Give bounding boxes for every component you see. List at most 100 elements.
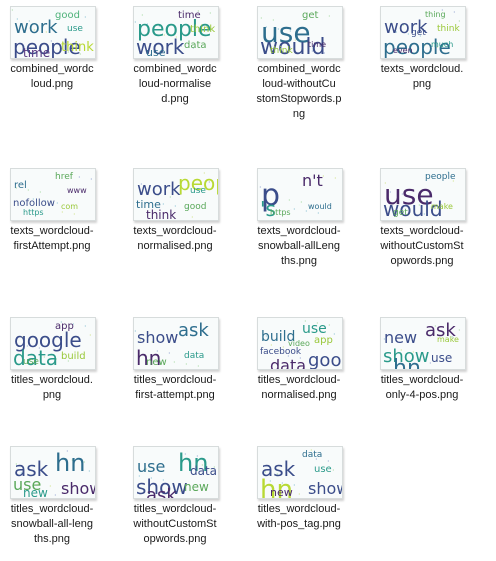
file-item[interactable]: ··········buildfacebookusedatagoogleappv…	[247, 311, 351, 453]
file-item[interactable]: · · · · · · · · · · show hn ask new data titles_wordclo…	[123, 311, 227, 453]
wordcloud-word: would	[308, 202, 332, 211]
file-item[interactable]: · · · · · · · · · · p's n't https would texts_wordclou…	[247, 162, 351, 304]
wordcloud-noise: ·	[88, 467, 91, 476]
file-item[interactable]: · · · · · · · · · · use show hn ask new data titles_word…	[123, 440, 227, 561]
file-name-line: texts_wordcloud.	[380, 63, 464, 75]
wordcloud-thumbnail[interactable]: ··········askusehnnewshow	[10, 446, 96, 499]
wordcloud-word: n't	[302, 171, 323, 190]
file-name-line: texts_wordcloud-	[380, 225, 464, 237]
wordcloud-word: data	[184, 40, 207, 51]
file-item[interactable]: · · · · · · · · · · work people good time think use comb…	[0, 0, 104, 142]
wordcloud-word: show	[308, 479, 342, 498]
wordcloud-thumbnail[interactable]: · · · · · · · · · · use would get think time	[257, 6, 343, 59]
wordcloud-noise: ·	[56, 199, 59, 208]
wordcloud-word: time	[178, 10, 201, 21]
file-name-line: texts_wordcloud-	[10, 225, 94, 237]
wordcloud-thumbnail[interactable]: ··········askhndatanewshowuse	[257, 446, 343, 499]
wordcloud-word: data	[190, 464, 218, 478]
wordcloud-noise: ·	[317, 209, 320, 218]
wordcloud-word: ask	[146, 485, 177, 499]
wordcloud-word: good	[55, 10, 80, 21]
file-item[interactable]: ··········worktimepeoplethinkgoodusetext…	[123, 162, 227, 304]
wordcloud-thumbnail[interactable]: · · · · · · · · · · work people thing even much think ge…	[380, 6, 466, 59]
wordcloud-thumbnail[interactable]: · · · · · · · · · · use show hn ask new data	[133, 446, 219, 499]
wordcloud-word: work	[137, 179, 181, 200]
wordcloud-noise: ·	[168, 349, 171, 358]
wordcloud-thumbnail[interactable]: · · · · · · · · · · use would people get make	[380, 168, 466, 221]
wordcloud-thumbnail[interactable]: · · · · · · · · · · people work time use data think	[133, 6, 219, 59]
file-item[interactable]: · · · · · · · · · · google data app use build titles_wo…	[0, 311, 104, 453]
file-name-line: combined_wordc	[133, 63, 217, 75]
file-name-line: titles_wordcloud-	[257, 503, 341, 515]
file-name-label: texts_wordcloud-snowball-allLeng ths.png	[247, 224, 351, 269]
wordcloud-word: get	[411, 28, 426, 38]
file-item[interactable]: · · · · · · · · · · people work time use data think comb…	[123, 0, 227, 142]
wordcloud-noise: ·	[332, 466, 335, 475]
file-name-line: combined_wordc	[257, 63, 341, 75]
file-name-line: titles_wordcloud-	[257, 374, 341, 386]
file-name-line: normalised.png	[261, 389, 337, 401]
file-name-line: loud-withoutCu	[262, 78, 336, 90]
file-name-line: ths.png	[280, 255, 318, 267]
wordcloud-thumbnail[interactable]: · · · · · · · · · · work people good time think use	[10, 6, 96, 59]
wordcloud-noise: ·	[39, 188, 42, 197]
wordcloud-word: much	[431, 40, 454, 49]
wordcloud-thumbnail[interactable]: · · · · · · · · · · p's n't https would	[257, 168, 343, 221]
file-name-label: texts_wordcloud-firstAttempt.png	[0, 224, 104, 254]
file-item[interactable]: · · · · · · · · · · new show ask hn use make titles_word…	[370, 311, 474, 453]
wordcloud-word: href	[55, 172, 73, 182]
file-name-label: texts_wordcloud-normalised.png	[123, 224, 227, 254]
wordcloud-thumbnail[interactable]: · · · · · · · · · · google data app use build	[10, 317, 96, 370]
wordcloud-word: make	[431, 202, 453, 211]
wordcloud-word: think	[61, 40, 94, 55]
file-name-line: texts_wordcloud-	[133, 225, 217, 237]
wordcloud-noise: ·	[84, 13, 87, 22]
file-name-line: with-pos_tag.png	[257, 518, 341, 530]
wordcloud-thumbnail[interactable]: ··········buildfacebookusedatagoogleappv…	[257, 317, 343, 370]
wordcloud-noise: ·	[328, 321, 331, 330]
file-item[interactable]: · · · · · · · · · · rel nofollow href https com www text…	[0, 162, 104, 304]
wordcloud-word: www	[67, 186, 87, 195]
wordcloud-noise: ·	[334, 174, 337, 183]
file-name-line: titles_wordcloud-	[133, 503, 217, 515]
file-name-line: png	[42, 389, 62, 401]
wordcloud-word: good	[184, 202, 207, 212]
wordcloud-noise: ·	[49, 482, 52, 491]
wordcloud-word: use	[314, 464, 332, 475]
wordcloud-word: people	[425, 172, 456, 182]
wordcloud-word: hn	[393, 356, 421, 370]
file-name-line: withoutCustomSt	[133, 518, 217, 530]
wordcloud-word: use	[67, 24, 83, 34]
wordcloud-thumbnail[interactable]: ··········worktimepeoplethinkgooduse	[133, 168, 219, 221]
file-name-line: snowball-allLeng	[258, 240, 340, 252]
wordcloud-word: think	[270, 46, 293, 56]
file-item[interactable]: · · · · · · · · · · use would people get make texts_wor…	[370, 162, 474, 304]
wordcloud-word: build	[61, 351, 86, 362]
file-name-label: titles_wordcloud-snowball-all-leng ths.pn…	[0, 502, 104, 547]
wordcloud-word: make	[437, 335, 459, 344]
wordcloud-noise: ·	[293, 205, 296, 214]
wordcloud-word: use	[190, 186, 206, 196]
wordcloud-word: app	[55, 321, 74, 332]
wordcloud-thumbnail[interactable]: · · · · · · · · · · rel nofollow href https com www	[10, 168, 96, 221]
wordcloud-noise: ·	[90, 175, 93, 184]
file-name-label: combined_wordc loud-normalise d.png	[123, 62, 227, 107]
file-name-line: normalised.png	[137, 240, 213, 252]
file-name-line: titles_wordcloud-	[10, 503, 94, 515]
file-name-label: texts_wordcloud-withoutCustomSt opwords.p…	[370, 224, 474, 269]
file-name-line: combined_wordc	[10, 63, 94, 75]
file-name-label: combined_wordc loud-withoutCu stomStopword…	[247, 62, 351, 122]
file-name-line: opwords.png	[143, 533, 207, 545]
file-item[interactable]: · · · · · · · · · · use would get think time combined_w…	[247, 0, 351, 142]
wordcloud-noise: ·	[54, 491, 57, 499]
wordcloud-noise: ·	[458, 326, 461, 335]
file-item[interactable]: · · · · · · · · · · work people thing even much think ge…	[370, 0, 474, 142]
file-item[interactable]: ··········askhndatanewshowusetitles_word…	[247, 440, 351, 561]
file-item[interactable]: ··········askusehnnewshowtitles_wordclou…	[0, 440, 104, 561]
wordcloud-word: time	[308, 40, 327, 49]
wordcloud-noise: ·	[89, 331, 92, 340]
file-name-line: first-attempt.png	[135, 389, 215, 401]
wordcloud-thumbnail[interactable]: · · · · · · · · · · new show ask hn use make	[380, 317, 466, 370]
wordcloud-thumbnail[interactable]: · · · · · · · · · · show hn ask new data	[133, 317, 219, 370]
file-name-line: titles_wordcloud.	[11, 374, 93, 386]
